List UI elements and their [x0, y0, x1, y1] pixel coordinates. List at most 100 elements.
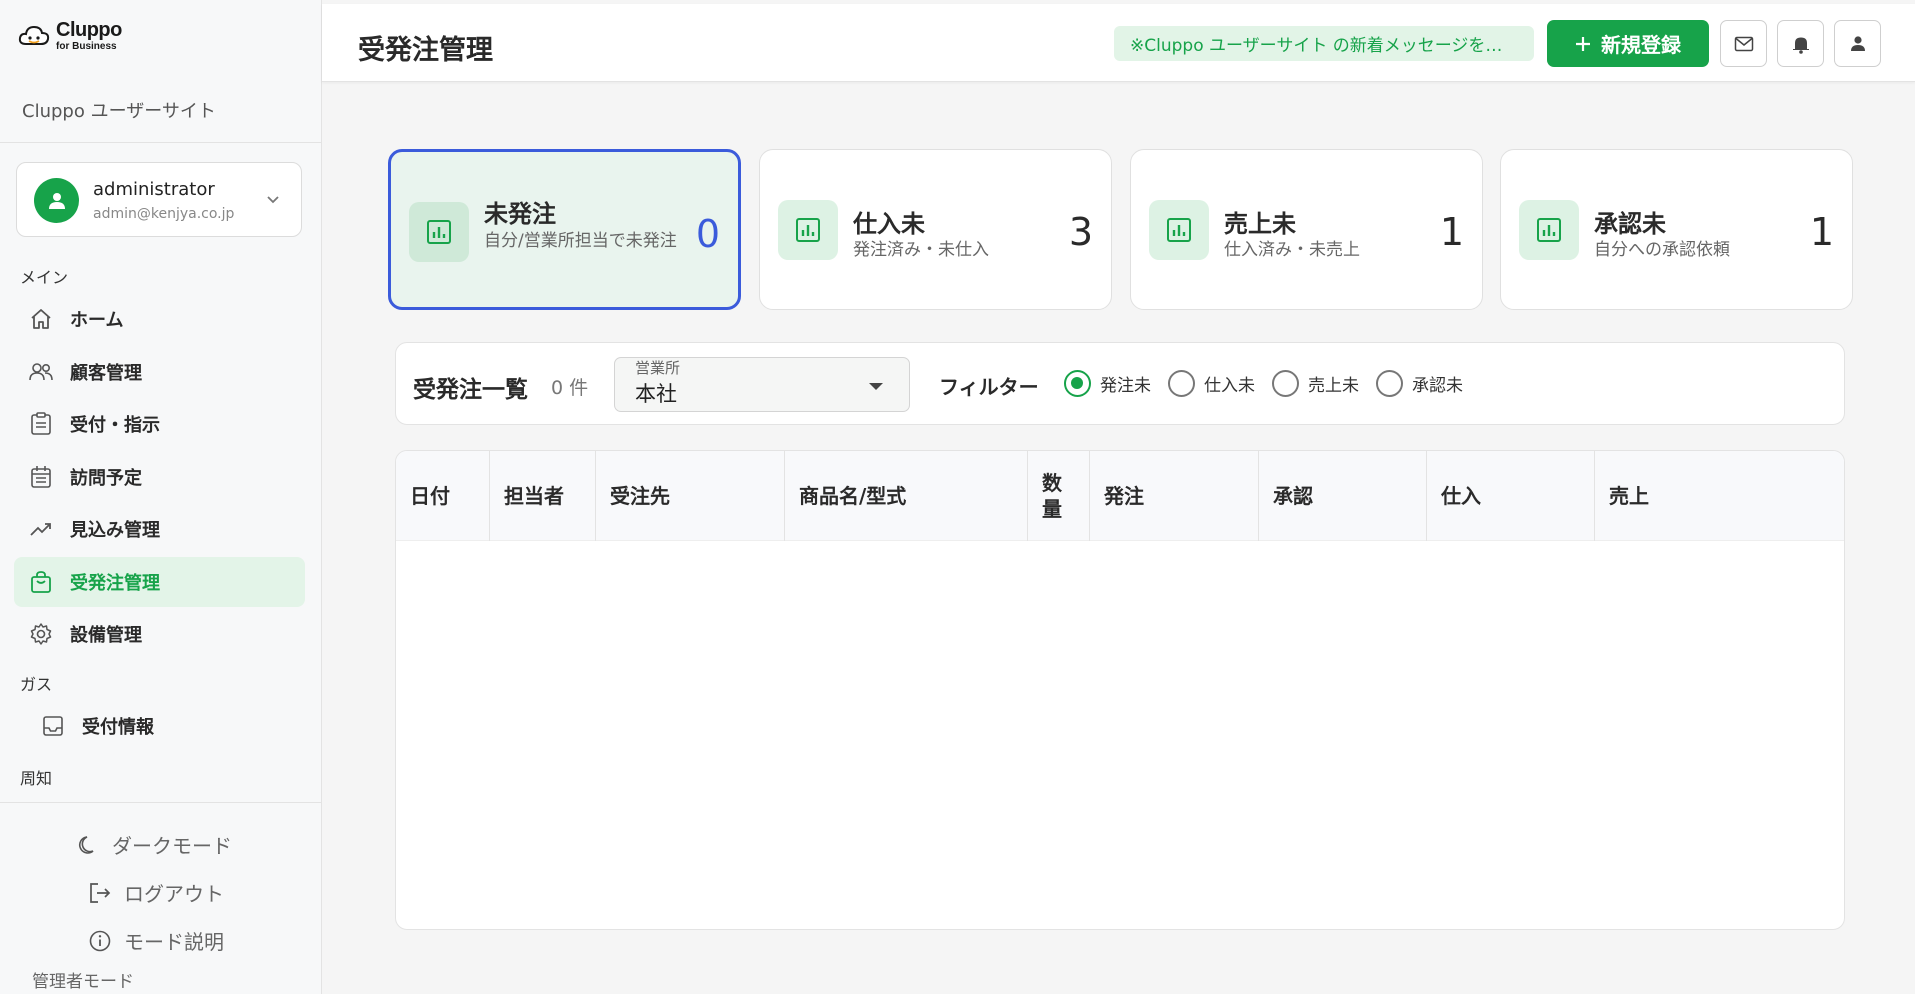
- stat-card-title: 仕入未: [853, 210, 925, 238]
- stat-card-title: 未発注: [484, 200, 556, 228]
- stat-card-not-sold[interactable]: 売上未 仕入済み・未売上 1: [1130, 149, 1483, 310]
- brand-sub: for Business: [56, 41, 117, 52]
- chevron-down-icon: [267, 196, 279, 204]
- mail-icon: [1734, 36, 1753, 51]
- filter-radio-label: 承認未: [1412, 376, 1463, 396]
- office-select[interactable]: 営業所 本社: [614, 357, 910, 412]
- radio-icon: [1376, 370, 1403, 397]
- column-header-date[interactable]: 日付: [396, 451, 490, 541]
- bell-icon: [1792, 37, 1809, 54]
- site-name: Cluppo ユーザーサイト: [22, 101, 216, 122]
- new-registration-label: 新規登録: [1601, 33, 1681, 57]
- mode-help-label: モード説明: [124, 930, 224, 954]
- filter-radio-label: 発注未: [1100, 376, 1151, 396]
- nav-section-gas: ガス: [20, 675, 53, 694]
- sidebar-item-home[interactable]: ホーム: [14, 294, 305, 344]
- gear-icon: [28, 621, 54, 647]
- filter-radio-not-sold[interactable]: 売上未: [1272, 370, 1359, 397]
- sidebar-item-customers[interactable]: 顧客管理: [14, 347, 305, 397]
- logout-button[interactable]: ログアウト: [88, 878, 224, 907]
- user-email: admin@kenjya.co.jp: [93, 206, 235, 222]
- chart-icon: [778, 200, 838, 260]
- filter-radio-unordered[interactable]: 発注未: [1064, 370, 1151, 397]
- new-registration-button[interactable]: 新規登録: [1547, 20, 1709, 67]
- dark-mode-button[interactable]: ダークモード: [78, 830, 232, 859]
- office-select-value: 本社: [635, 382, 677, 406]
- chart-icon: [1519, 200, 1579, 260]
- notification-button[interactable]: [1777, 20, 1824, 67]
- radio-icon: [1272, 370, 1299, 397]
- stat-card-title: 売上未: [1224, 210, 1296, 238]
- sidebar-item-gas-reception[interactable]: 受付情報: [14, 701, 305, 751]
- logout-icon: [90, 882, 111, 903]
- plus-icon: [1576, 36, 1590, 51]
- notice-banner[interactable]: ※Cluppo ユーザーサイト の新着メッセージを…: [1114, 26, 1534, 61]
- stat-card-unordered[interactable]: 未発注 自分/営業所担当で未発注 0: [388, 149, 741, 310]
- page-title: 受発注管理: [358, 35, 493, 66]
- sidebar-divider: [0, 802, 322, 803]
- column-header-approval[interactable]: 承認: [1259, 451, 1427, 541]
- nav-section-notice: 周知: [20, 769, 53, 788]
- filter-radio-not-approved[interactable]: 承認未: [1376, 370, 1463, 397]
- chart-icon: [1149, 200, 1209, 260]
- column-header-assignee[interactable]: 担当者: [490, 451, 596, 541]
- bag-icon: [28, 569, 54, 595]
- sidebar-item-label: 設備管理: [70, 625, 142, 646]
- sidebar-item-prospects[interactable]: 見込み管理: [14, 504, 305, 554]
- person-icon: [48, 192, 65, 209]
- caret-down-icon: [869, 383, 883, 390]
- sidebar-item-label: ホーム: [70, 310, 124, 331]
- mode-help-button[interactable]: モード説明: [88, 926, 224, 955]
- sidebar-item-orders[interactable]: 受発注管理: [14, 557, 305, 607]
- brand-name: Cluppo: [56, 19, 122, 41]
- column-header-product[interactable]: 商品名/型式: [785, 451, 1028, 541]
- column-header-quantity[interactable]: 数量: [1028, 451, 1090, 541]
- column-header-sales[interactable]: 売上: [1595, 451, 1844, 541]
- sidebar-item-label: 受付情報: [82, 717, 154, 738]
- home-icon: [28, 306, 54, 332]
- mail-button[interactable]: [1720, 20, 1767, 67]
- account-button[interactable]: [1834, 20, 1881, 67]
- moon-icon: [78, 835, 94, 854]
- filter-label: フィルター: [939, 375, 1039, 399]
- clipboard-icon: [28, 411, 54, 437]
- order-list-toolbar: 受発注一覧 0 件 営業所 本社 フィルター 発注未 仕入未 売上未 承認未: [395, 342, 1845, 425]
- person-icon: [1850, 35, 1865, 51]
- stat-card-subtitle: 自分/営業所担当で未発注: [484, 231, 677, 251]
- sidebar-item-label: 見込み管理: [70, 520, 160, 541]
- filter-radio-label: 売上未: [1308, 376, 1359, 396]
- column-header-order[interactable]: 発注: [1090, 451, 1259, 541]
- trend-icon: [28, 516, 54, 542]
- filter-radio-not-purchased[interactable]: 仕入未: [1168, 370, 1255, 397]
- logo[interactable]: Cluppo for Business: [18, 20, 122, 52]
- office-select-label: 営業所: [635, 359, 681, 377]
- sidebar-divider: [0, 142, 322, 143]
- info-icon: [89, 930, 111, 951]
- sidebar-item-label: 受付・指示: [70, 415, 160, 436]
- list-title: 受発注一覧: [413, 377, 528, 403]
- dark-mode-label: ダークモード: [112, 834, 232, 858]
- sidebar-item-equipment[interactable]: 設備管理: [14, 609, 305, 659]
- table-header: 日付 担当者 受注先 商品名/型式 数量 発注 承認 仕入 売上: [396, 451, 1844, 541]
- top-header: 受発注管理 ※Cluppo ユーザーサイト の新着メッセージを… 新規登録: [322, 4, 1915, 82]
- stat-card-not-approved[interactable]: 承認未 自分への承認依頼 1: [1500, 149, 1853, 310]
- user-name: administrator: [93, 179, 215, 200]
- stat-card-count: 0: [695, 212, 720, 256]
- nav-section-main: メイン: [20, 268, 69, 287]
- column-header-customer[interactable]: 受注先: [596, 451, 785, 541]
- stat-card-not-purchased[interactable]: 仕入未 発注済み・未仕入 3: [759, 149, 1112, 310]
- chart-icon: [409, 202, 469, 262]
- avatar: [34, 178, 79, 223]
- logout-label: ログアウト: [124, 882, 224, 906]
- admin-mode-label: 管理者モード: [32, 972, 134, 992]
- sidebar-item-label: 受発注管理: [70, 573, 160, 594]
- column-header-purchase[interactable]: 仕入: [1427, 451, 1595, 541]
- cloud-logo-icon: [18, 25, 50, 45]
- stat-card-subtitle: 仕入済み・未売上: [1224, 240, 1360, 260]
- sidebar-item-label: 訪問予定: [70, 468, 142, 489]
- radio-icon: [1064, 370, 1091, 397]
- sidebar-item-visits[interactable]: 訪問予定: [14, 452, 305, 502]
- user-menu[interactable]: administrator admin@kenjya.co.jp: [16, 162, 302, 237]
- sidebar-item-reception[interactable]: 受付・指示: [14, 399, 305, 449]
- list-count: 0 件: [551, 377, 589, 399]
